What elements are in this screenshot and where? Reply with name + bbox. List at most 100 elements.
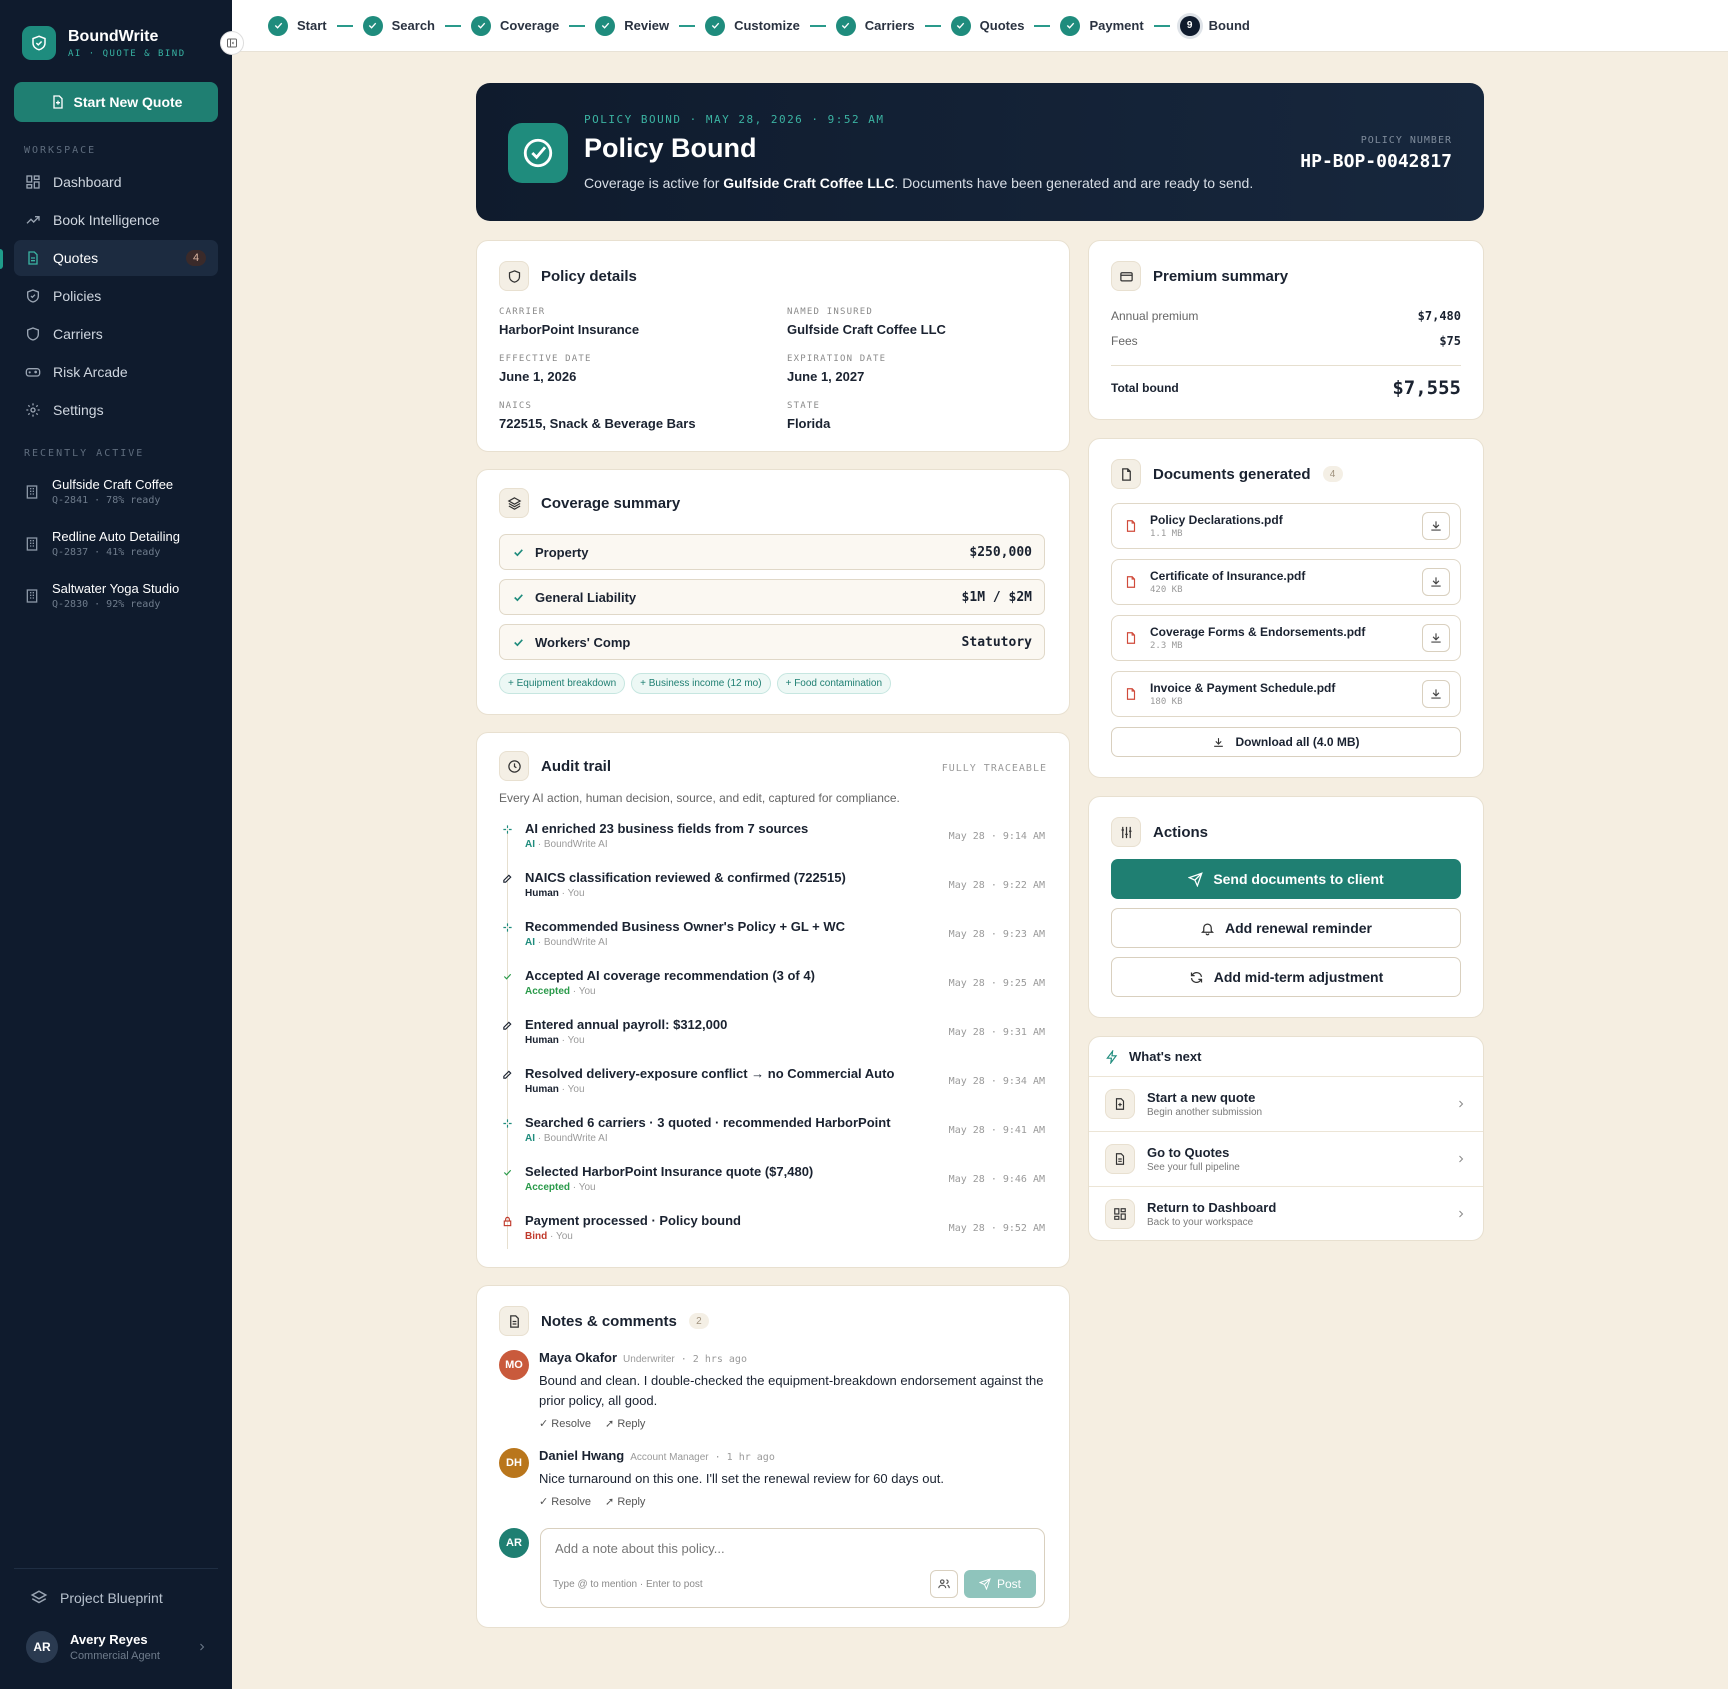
- app-name: BoundWrite: [68, 27, 159, 45]
- grid-icon: [1105, 1199, 1135, 1229]
- user-name: Avery Reyes: [70, 1632, 148, 1647]
- audit-entry: Accepted AI coverage recommendation (3 o…: [499, 968, 1045, 997]
- step-carriers[interactable]: Carriers: [835, 15, 915, 36]
- comment-author: Maya Okafor: [539, 1350, 618, 1365]
- download-button[interactable]: [1422, 680, 1450, 708]
- shield-logo-icon: [22, 26, 56, 60]
- resolve-button[interactable]: ✓ Resolve: [539, 1495, 591, 1508]
- card-title: Premium summary: [1153, 267, 1289, 285]
- audit-kind: AI: [525, 839, 535, 850]
- sidebar-item-label: Risk Arcade: [53, 364, 128, 380]
- add-mid-term-adjustment-button[interactable]: Add mid-term adjustment: [1111, 957, 1461, 997]
- bound-description: Coverage is active for Gulfside Craft Co…: [584, 175, 1253, 191]
- sidebar-item-quotes[interactable]: Quotes 4: [14, 240, 218, 276]
- sidebar-item-risk-arcade[interactable]: Risk Arcade: [14, 354, 218, 390]
- sidebar-item-carriers[interactable]: Carriers: [14, 316, 218, 352]
- bound-timestamp: POLICY BOUND · MAY 28, 2026 · 9:52 AM: [584, 113, 885, 126]
- documents-count: 4: [1322, 466, 1343, 482]
- sidebar-item-dashboard[interactable]: Dashboard: [14, 164, 218, 200]
- audit-entry: Resolved delivery-exposure conflict → no…: [499, 1066, 1045, 1095]
- audit-text: Searched 6 carriers · 3 quoted · recomme…: [525, 1115, 891, 1130]
- step-search[interactable]: Search: [362, 15, 435, 36]
- shield-icon: [499, 261, 529, 291]
- step-bound[interactable]: 9 Bound: [1179, 15, 1250, 36]
- workspace-label: WORKSPACE: [24, 145, 97, 156]
- recent-item-gulfside[interactable]: Gulfside Craft Coffee Q-2841 · 78% ready: [24, 477, 173, 506]
- sidebar-item-label: Carriers: [53, 326, 103, 342]
- reply-button[interactable]: ➚ Reply: [605, 1495, 645, 1508]
- step-review[interactable]: Review: [595, 15, 669, 36]
- comment-role: Underwriter: [623, 1354, 675, 1365]
- premium-summary-card: Premium summary Annual premium $7,480 Fee…: [1088, 240, 1484, 420]
- check-icon: [514, 548, 523, 556]
- check-icon: [499, 1164, 515, 1193]
- step-start[interactable]: Start: [268, 15, 327, 36]
- gear-icon: [26, 403, 40, 417]
- document-item[interactable]: Coverage Forms & Endorsements.pdf 2.3 MB: [1111, 615, 1461, 661]
- pdf-icon: [1126, 520, 1136, 532]
- add-renewal-reminder-button[interactable]: Add renewal reminder: [1111, 908, 1461, 948]
- reply-button[interactable]: ➚ Reply: [605, 1417, 645, 1430]
- desc-text: Coverage is active for: [584, 175, 724, 191]
- download-icon: [1431, 577, 1441, 587]
- audit-who: You: [567, 1035, 585, 1046]
- check-icon: [499, 968, 515, 997]
- app-tagline: AI · QUOTE & BIND: [68, 48, 186, 59]
- project-blueprint-link[interactable]: Project Blueprint: [30, 1589, 163, 1607]
- resolve-button[interactable]: ✓ Resolve: [539, 1417, 591, 1430]
- step-quotes[interactable]: Quotes: [950, 15, 1024, 36]
- next-go-to-quotes[interactable]: Go to Quotes See your full pipeline: [1089, 1131, 1483, 1186]
- recent-item-saltwater[interactable]: Saltwater Yoga Studio Q-2830 · 92% ready: [24, 581, 179, 610]
- brand[interactable]: BoundWrite AI · QUOTE & BIND: [22, 26, 186, 60]
- user-menu[interactable]: AR Avery Reyes Commercial Agent: [26, 1631, 208, 1663]
- comment-role: Account Manager: [630, 1452, 709, 1463]
- audit-time: May 28 · 9:41 AM: [948, 1125, 1045, 1136]
- audit-kind: Human: [525, 1035, 559, 1046]
- field-effective-date: EFFECTIVE DATE June 1, 2026: [499, 354, 592, 384]
- document-item[interactable]: Invoice & Payment Schedule.pdf 180 KB: [1111, 671, 1461, 717]
- note-input[interactable]: Add a note about this policy...: [555, 1541, 725, 1556]
- next-start-new-quote[interactable]: Start a new quote Begin another submissio…: [1089, 1076, 1483, 1131]
- clock-icon: [499, 751, 529, 781]
- sidebar-item-policies[interactable]: Policies: [14, 278, 218, 314]
- recently-active-label: RECENTLY ACTIVE: [24, 448, 145, 459]
- send-documents-button[interactable]: Send documents to client: [1111, 859, 1461, 899]
- reply-label: Reply: [617, 1418, 646, 1430]
- send-icon: [978, 1578, 991, 1590]
- field-naics: NAICS 722515, Snack & Beverage Bars: [499, 401, 696, 431]
- document-item[interactable]: Policy Declarations.pdf 1.1 MB: [1111, 503, 1461, 549]
- download-all-button[interactable]: Download all (4.0 MB): [1111, 727, 1461, 757]
- reply-label: Reply: [617, 1496, 646, 1508]
- audit-who: BoundWrite AI: [543, 839, 608, 850]
- documents-card: Documents generated 4 Policy Declaration…: [1088, 438, 1484, 778]
- download-button[interactable]: [1422, 512, 1450, 540]
- recent-item-redline[interactable]: Redline Auto Detailing Q-2837 · 41% ready: [24, 529, 180, 558]
- comment-text: Bound and clean. I double-checked the eq…: [539, 1373, 1044, 1408]
- check-icon: [835, 15, 856, 36]
- download-icon: [1431, 689, 1441, 699]
- audit-text: Resolved delivery-exposure conflict → no…: [525, 1066, 895, 1081]
- sidebar-item-label: Quotes: [53, 250, 99, 266]
- download-button[interactable]: [1422, 568, 1450, 596]
- document-item[interactable]: Certificate of Insurance.pdf 420 KB: [1111, 559, 1461, 605]
- sidebar-item-book-intelligence[interactable]: Book Intelligence: [14, 202, 218, 238]
- step-connector: [924, 24, 941, 27]
- next-title: Go to Quotes: [1147, 1145, 1230, 1160]
- start-new-quote-button[interactable]: Start New Quote: [14, 82, 218, 122]
- collapse-sidebar-button[interactable]: [220, 31, 244, 55]
- step-customize[interactable]: Customize: [705, 15, 800, 36]
- sidebar-item-settings[interactable]: Settings: [14, 392, 218, 428]
- total-label: Total bound: [1111, 381, 1179, 395]
- mention-button[interactable]: [930, 1570, 958, 1598]
- field-label: NAMED INSURED: [787, 307, 874, 317]
- step-coverage[interactable]: Coverage: [471, 15, 559, 36]
- quotes-count-badge: 4: [186, 250, 206, 266]
- premium-label: Fees: [1111, 334, 1138, 348]
- post-button[interactable]: Post: [964, 1570, 1036, 1598]
- card-title: Documents generated: [1153, 465, 1311, 483]
- download-button[interactable]: [1422, 624, 1450, 652]
- policy-number[interactable]: HP-BOP-0042817: [1300, 151, 1452, 172]
- step-payment[interactable]: Payment: [1060, 15, 1144, 36]
- next-return-to-dashboard[interactable]: Return to Dashboard Back to your workspac…: [1089, 1186, 1483, 1240]
- active-indicator: [0, 249, 3, 269]
